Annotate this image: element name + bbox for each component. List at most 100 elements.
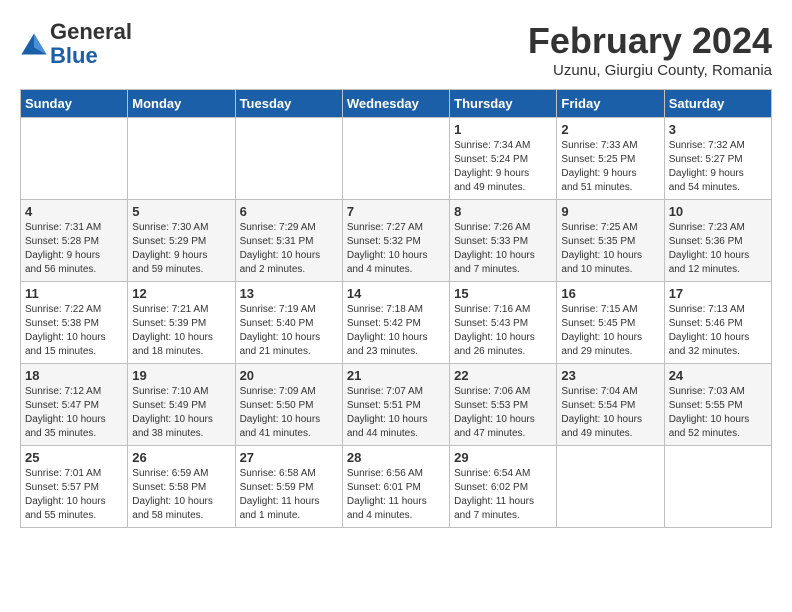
calendar-cell: 29 Sunrise: 6:54 AM Sunset: 6:02 PM Dayli…	[450, 446, 557, 528]
calendar-cell: 28 Sunrise: 6:56 AM Sunset: 6:01 PM Dayli…	[342, 446, 449, 528]
day-number: 2	[561, 122, 659, 137]
day-info: Sunrise: 7:23 AM Sunset: 5:36 PM Dayligh…	[669, 221, 767, 277]
day-info: Sunrise: 7:30 AM Sunset: 5:29 PM Dayligh…	[132, 221, 230, 277]
day-number: 23	[561, 368, 659, 383]
day-header-friday: Friday	[557, 90, 664, 118]
calendar-table: SundayMondayTuesdayWednesdayThursdayFrid…	[20, 89, 772, 528]
calendar-cell: 14Sunrise: 7:18 AM Sunset: 5:42 PM Dayli…	[342, 282, 449, 364]
day-number: 28	[347, 450, 445, 465]
day-info: Sunrise: 7:33 AM Sunset: 5:25 PM Dayligh…	[561, 139, 659, 195]
day-info: Sunrise: 7:04 AM Sunset: 5:54 PM Dayligh…	[561, 385, 659, 441]
calendar-cell	[128, 118, 235, 200]
logo: General Blue	[20, 20, 132, 68]
day-number: 3	[669, 122, 767, 137]
day-header-tuesday: Tuesday	[235, 90, 342, 118]
calendar-cell: 7 Sunrise: 7:27 AM Sunset: 5:32 PM Daylig…	[342, 200, 449, 282]
calendar-cell: 22 Sunrise: 7:06 AM Sunset: 5:53 PM Dayli…	[450, 364, 557, 446]
day-number: 27	[240, 450, 338, 465]
day-info: Sunrise: 7:21 AM Sunset: 5:39 PM Dayligh…	[132, 303, 230, 359]
calendar-cell: 6 Sunrise: 7:29 AM Sunset: 5:31 PM Daylig…	[235, 200, 342, 282]
day-info: Sunrise: 6:59 AM Sunset: 5:58 PM Dayligh…	[132, 467, 230, 523]
day-info: Sunrise: 7:34 AM Sunset: 5:24 PM Dayligh…	[454, 139, 552, 195]
day-header-sunday: Sunday	[21, 90, 128, 118]
calendar-cell	[342, 118, 449, 200]
day-info: Sunrise: 7:06 AM Sunset: 5:53 PM Dayligh…	[454, 385, 552, 441]
calendar-cell: 12 Sunrise: 7:21 AM Sunset: 5:39 PM Dayli…	[128, 282, 235, 364]
day-info: Sunrise: 7:22 AM Sunset: 5:38 PM Dayligh…	[25, 303, 123, 359]
month-year: February 2024	[528, 20, 772, 62]
day-info: Sunrise: 7:25 AM Sunset: 5:35 PM Dayligh…	[561, 221, 659, 277]
day-info: Sunrise: 7:29 AM Sunset: 5:31 PM Dayligh…	[240, 221, 338, 277]
day-number: 5	[132, 204, 230, 219]
calendar-cell: 15 Sunrise: 7:16 AM Sunset: 5:43 PM Dayli…	[450, 282, 557, 364]
calendar-cell	[21, 118, 128, 200]
calendar-cell: 5 Sunrise: 7:30 AM Sunset: 5:29 PM Daylig…	[128, 200, 235, 282]
day-number: 12	[132, 286, 230, 301]
day-info: Sunrise: 7:16 AM Sunset: 5:43 PM Dayligh…	[454, 303, 552, 359]
day-info: Sunrise: 7:26 AM Sunset: 5:33 PM Dayligh…	[454, 221, 552, 277]
calendar-cell	[664, 446, 771, 528]
logo-icon	[20, 30, 48, 58]
week-row-1: 1Sunrise: 7:34 AM Sunset: 5:24 PM Daylig…	[21, 118, 772, 200]
day-number: 9	[561, 204, 659, 219]
day-info: Sunrise: 7:13 AM Sunset: 5:46 PM Dayligh…	[669, 303, 767, 359]
days-header-row: SundayMondayTuesdayWednesdayThursdayFrid…	[21, 90, 772, 118]
day-info: Sunrise: 7:15 AM Sunset: 5:45 PM Dayligh…	[561, 303, 659, 359]
day-info: Sunrise: 7:09 AM Sunset: 5:50 PM Dayligh…	[240, 385, 338, 441]
calendar-cell: 25Sunrise: 7:01 AM Sunset: 5:57 PM Dayli…	[21, 446, 128, 528]
week-row-4: 18 Sunrise: 7:12 AM Sunset: 5:47 PM Dayli…	[21, 364, 772, 446]
calendar-cell: 10 Sunrise: 7:23 AM Sunset: 5:36 PM Dayli…	[664, 200, 771, 282]
day-info: Sunrise: 6:54 AM Sunset: 6:02 PM Dayligh…	[454, 467, 552, 523]
day-header-monday: Monday	[128, 90, 235, 118]
day-number: 26	[132, 450, 230, 465]
day-number: 25	[25, 450, 123, 465]
day-number: 11	[25, 286, 123, 301]
calendar-cell: 2 Sunrise: 7:33 AM Sunset: 5:25 PM Daylig…	[557, 118, 664, 200]
day-info: Sunrise: 7:32 AM Sunset: 5:27 PM Dayligh…	[669, 139, 767, 195]
day-info: Sunrise: 7:18 AM Sunset: 5:42 PM Dayligh…	[347, 303, 445, 359]
day-header-saturday: Saturday	[664, 90, 771, 118]
day-number: 24	[669, 368, 767, 383]
day-number: 20	[240, 368, 338, 383]
calendar-cell: 1Sunrise: 7:34 AM Sunset: 5:24 PM Daylig…	[450, 118, 557, 200]
logo-text: General Blue	[50, 20, 132, 68]
page-header: General Blue February 2024 Uzunu, Giurgi…	[20, 20, 772, 79]
day-number: 29	[454, 450, 552, 465]
day-number: 4	[25, 204, 123, 219]
day-info: Sunrise: 7:10 AM Sunset: 5:49 PM Dayligh…	[132, 385, 230, 441]
day-number: 10	[669, 204, 767, 219]
day-number: 18	[25, 368, 123, 383]
day-number: 8	[454, 204, 552, 219]
calendar-cell: 16Sunrise: 7:15 AM Sunset: 5:45 PM Dayli…	[557, 282, 664, 364]
day-number: 22	[454, 368, 552, 383]
calendar-cell	[235, 118, 342, 200]
day-number: 15	[454, 286, 552, 301]
calendar-cell: 18 Sunrise: 7:12 AM Sunset: 5:47 PM Dayli…	[21, 364, 128, 446]
day-number: 7	[347, 204, 445, 219]
day-number: 6	[240, 204, 338, 219]
week-row-5: 25Sunrise: 7:01 AM Sunset: 5:57 PM Dayli…	[21, 446, 772, 528]
calendar-cell: 19Sunrise: 7:10 AM Sunset: 5:49 PM Dayli…	[128, 364, 235, 446]
day-info: Sunrise: 6:58 AM Sunset: 5:59 PM Dayligh…	[240, 467, 338, 523]
day-info: Sunrise: 7:12 AM Sunset: 5:47 PM Dayligh…	[25, 385, 123, 441]
location: Uzunu, Giurgiu County, Romania	[528, 62, 772, 79]
day-header-thursday: Thursday	[450, 90, 557, 118]
calendar-cell: 11 Sunrise: 7:22 AM Sunset: 5:38 PM Dayli…	[21, 282, 128, 364]
calendar-cell: 3 Sunrise: 7:32 AM Sunset: 5:27 PM Daylig…	[664, 118, 771, 200]
week-row-3: 11 Sunrise: 7:22 AM Sunset: 5:38 PM Dayli…	[21, 282, 772, 364]
day-info: Sunrise: 6:56 AM Sunset: 6:01 PM Dayligh…	[347, 467, 445, 523]
calendar-cell: 24 Sunrise: 7:03 AM Sunset: 5:55 PM Dayli…	[664, 364, 771, 446]
calendar-cell	[557, 446, 664, 528]
day-info: Sunrise: 7:19 AM Sunset: 5:40 PM Dayligh…	[240, 303, 338, 359]
day-info: Sunrise: 7:31 AM Sunset: 5:28 PM Dayligh…	[25, 221, 123, 277]
calendar-cell: 4 Sunrise: 7:31 AM Sunset: 5:28 PM Daylig…	[21, 200, 128, 282]
calendar-cell: 9 Sunrise: 7:25 AM Sunset: 5:35 PM Daylig…	[557, 200, 664, 282]
day-info: Sunrise: 7:07 AM Sunset: 5:51 PM Dayligh…	[347, 385, 445, 441]
calendar-cell: 8 Sunrise: 7:26 AM Sunset: 5:33 PM Daylig…	[450, 200, 557, 282]
day-info: Sunrise: 7:03 AM Sunset: 5:55 PM Dayligh…	[669, 385, 767, 441]
calendar-cell: 27 Sunrise: 6:58 AM Sunset: 5:59 PM Dayli…	[235, 446, 342, 528]
day-number: 13	[240, 286, 338, 301]
calendar-cell: 26 Sunrise: 6:59 AM Sunset: 5:58 PM Dayli…	[128, 446, 235, 528]
day-info: Sunrise: 7:27 AM Sunset: 5:32 PM Dayligh…	[347, 221, 445, 277]
week-row-2: 4 Sunrise: 7:31 AM Sunset: 5:28 PM Daylig…	[21, 200, 772, 282]
